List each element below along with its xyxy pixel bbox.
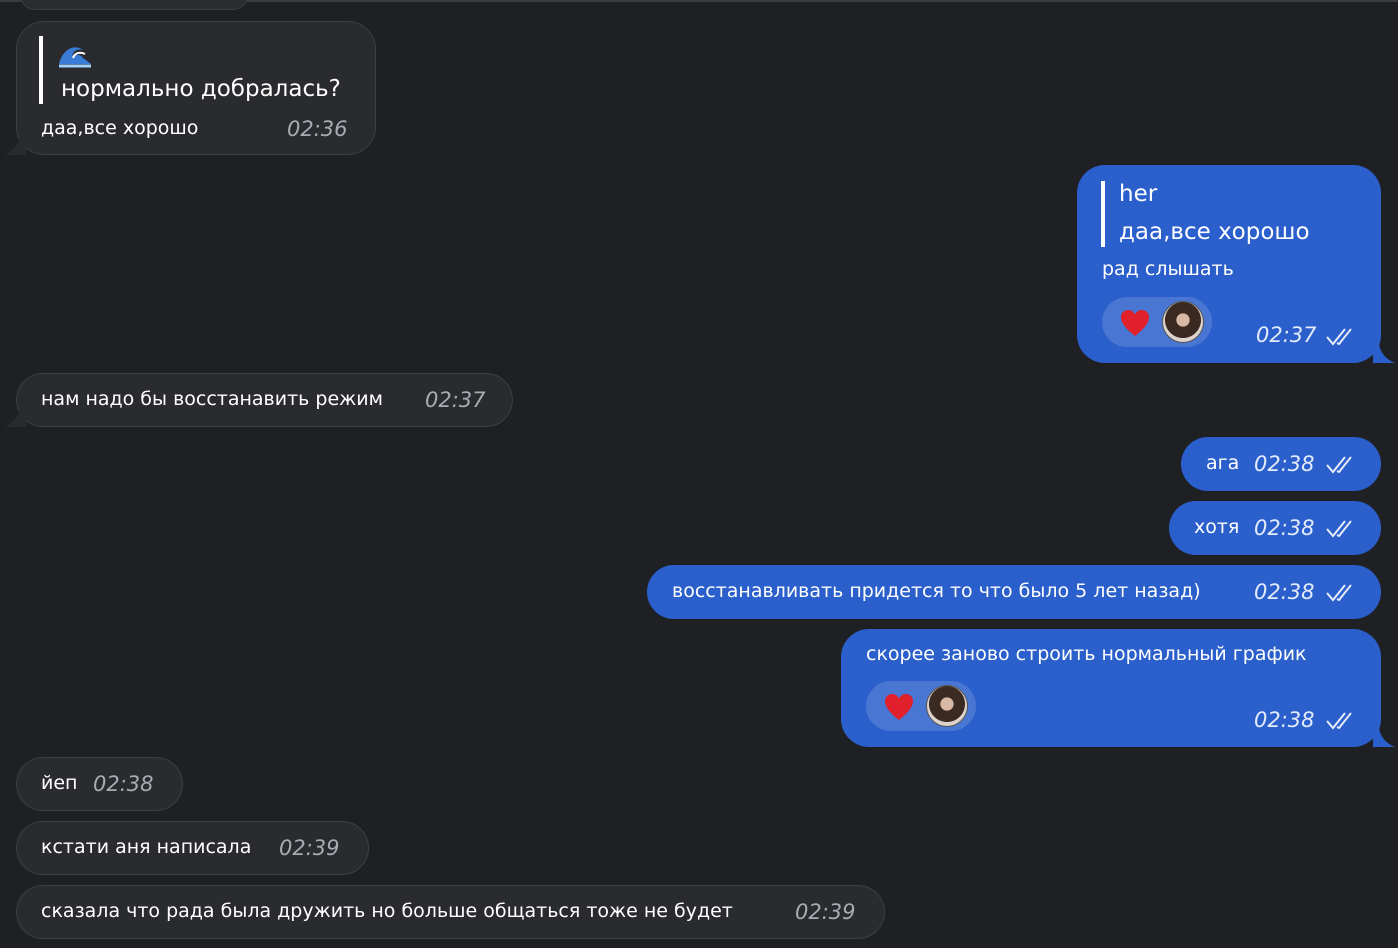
- reply-text: даа,все хорошо: [1119, 219, 1310, 245]
- incoming-message[interactable]: йеп 02:38: [16, 757, 183, 811]
- reactions[interactable]: [866, 681, 976, 731]
- message-time: 02:37: [1256, 323, 1317, 347]
- incoming-message[interactable]: сказала что рада была дружить но больше …: [16, 885, 885, 939]
- message-text: ага: [1206, 452, 1240, 474]
- bubble-tail: [1373, 341, 1395, 363]
- message-time: 02:39: [279, 836, 340, 860]
- bubble-tail: [4, 133, 26, 155]
- outgoing-message[interactable]: ага 02:38: [1181, 437, 1381, 491]
- incoming-message[interactable]: нормально добралась? даа,все хорошо 02:3…: [16, 21, 376, 155]
- reply-text: нормально добралась?: [61, 76, 341, 102]
- read-checkmarks-icon: [1326, 456, 1352, 474]
- message-time: 02:39: [795, 900, 856, 924]
- outgoing-message[interactable]: her даа,все хорошо рад слышать 02:37: [1077, 165, 1381, 363]
- message-text: нам надо бы восстанавить режим: [41, 388, 383, 410]
- outgoing-message[interactable]: хотя 02:38: [1169, 501, 1381, 555]
- wave-emoji-icon: [59, 47, 91, 68]
- read-checkmarks-icon: [1326, 712, 1352, 730]
- message-text: сказала что рада была дружить но больше …: [41, 900, 733, 922]
- outgoing-message[interactable]: скорее заново строить нормальный график …: [841, 629, 1381, 747]
- heart-icon[interactable]: [884, 693, 914, 721]
- message-time: 02:38: [93, 772, 154, 796]
- incoming-message[interactable]: кстати аня написала 02:39: [16, 821, 369, 875]
- message-time: 02:38: [1254, 452, 1315, 476]
- message-text: восстанавливать придется то что было 5 л…: [672, 580, 1201, 602]
- reply-author: her: [1119, 181, 1158, 207]
- message-text: кстати аня написала: [41, 836, 252, 858]
- read-checkmarks-icon: [1326, 520, 1352, 538]
- message-text: йеп: [41, 772, 78, 794]
- message-time: 02:38: [1254, 708, 1315, 732]
- reactions[interactable]: [1102, 297, 1212, 347]
- reply-quote[interactable]: нормально добралась?: [39, 36, 341, 104]
- message-text: даа,все хорошо: [41, 117, 199, 139]
- message-time: 02:37: [425, 388, 486, 412]
- previous-message-bubble[interactable]: [20, 0, 248, 10]
- heart-icon[interactable]: [1120, 309, 1150, 337]
- bubble-tail: [4, 405, 26, 427]
- incoming-message[interactable]: нам надо бы восстанавить режим 02:37: [16, 373, 513, 427]
- bubble-tail: [1373, 725, 1395, 747]
- message-time: 02:38: [1254, 580, 1315, 604]
- message-text: скорее заново строить нормальный график: [866, 643, 1307, 665]
- read-checkmarks-icon: [1326, 328, 1352, 346]
- message-time: 02:36: [287, 117, 348, 141]
- reply-quote[interactable]: her даа,все хорошо: [1101, 181, 1310, 247]
- read-checkmarks-icon: [1326, 584, 1352, 602]
- reactor-avatar[interactable]: [1162, 301, 1204, 343]
- reactor-avatar[interactable]: [926, 685, 968, 727]
- message-text: рад слышать: [1102, 258, 1234, 280]
- message-time: 02:38: [1254, 516, 1315, 540]
- message-text: хотя: [1194, 516, 1240, 538]
- outgoing-message[interactable]: восстанавливать придется то что было 5 л…: [647, 565, 1381, 619]
